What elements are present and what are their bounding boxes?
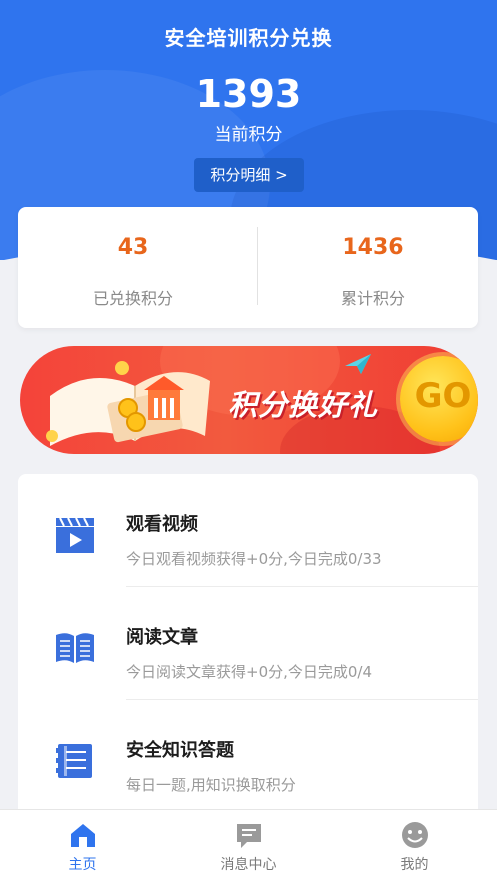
quiz-icon xyxy=(56,744,92,778)
task-safety-quiz[interactable]: 安全知识答题 每日一题,用知识换取积分 xyxy=(18,700,478,813)
tab-profile[interactable]: 我的 xyxy=(332,810,497,884)
tab-home[interactable]: 主页 xyxy=(0,810,165,884)
current-points-value: 1393 xyxy=(195,72,302,116)
task-name: 阅读文章 xyxy=(126,627,198,648)
paper-plane-icon xyxy=(345,354,371,374)
book-illustration-icon xyxy=(46,361,210,446)
video-icon xyxy=(56,517,94,553)
tab-label: 消息中心 xyxy=(220,857,277,873)
task-desc: 今日阅读文章获得+0分,今日完成0/4 xyxy=(126,663,373,681)
task-read-article[interactable]: 阅读文章 今日阅读文章获得+0分,今日完成0/4 xyxy=(18,587,478,700)
page-title: 安全培训积分兑换 xyxy=(164,26,333,50)
book-icon xyxy=(56,633,94,663)
tab-messages[interactable]: 消息中心 xyxy=(166,810,331,884)
total-points-label: 累计积分 xyxy=(340,289,405,308)
points-stats-card: 43 已兑换积分 1436 累计积分 xyxy=(18,207,478,328)
current-points-label: 当前积分 xyxy=(214,125,283,145)
task-name: 观看视频 xyxy=(126,514,198,535)
points-detail-button[interactable]: 积分明细 > xyxy=(194,158,304,192)
tab-label: 我的 xyxy=(400,857,429,873)
task-name: 安全知识答题 xyxy=(126,740,234,761)
home-icon xyxy=(71,824,95,847)
bottom-tab-bar: 主页 消息中心 我的 xyxy=(0,809,497,884)
exchanged-points-stat: 43 已兑换积分 xyxy=(18,207,248,328)
exchanged-points-value: 43 xyxy=(117,235,149,260)
task-list: 观看视频 今日观看视频获得+0分,今日完成0/33 阅读文章 今日阅读文章获得+… xyxy=(18,474,478,834)
banner-slogan: 积分换好礼 xyxy=(228,388,379,422)
exchanged-points-label: 已兑换积分 xyxy=(92,289,173,308)
task-desc: 每日一题,用知识换取积分 xyxy=(126,776,296,794)
rewards-banner[interactable]: 积分换好礼 GO xyxy=(20,346,478,454)
total-points-stat: 1436 累计积分 xyxy=(258,207,488,328)
profile-icon xyxy=(402,822,428,848)
task-desc: 今日观看视频获得+0分,今日完成0/33 xyxy=(126,550,382,568)
go-button[interactable]: GO xyxy=(400,356,478,442)
task-watch-video[interactable]: 观看视频 今日观看视频获得+0分,今日完成0/33 xyxy=(18,474,478,587)
message-icon xyxy=(237,824,261,848)
go-label: GO xyxy=(414,376,472,416)
total-points-value: 1436 xyxy=(342,235,404,260)
tab-label: 主页 xyxy=(68,857,97,873)
